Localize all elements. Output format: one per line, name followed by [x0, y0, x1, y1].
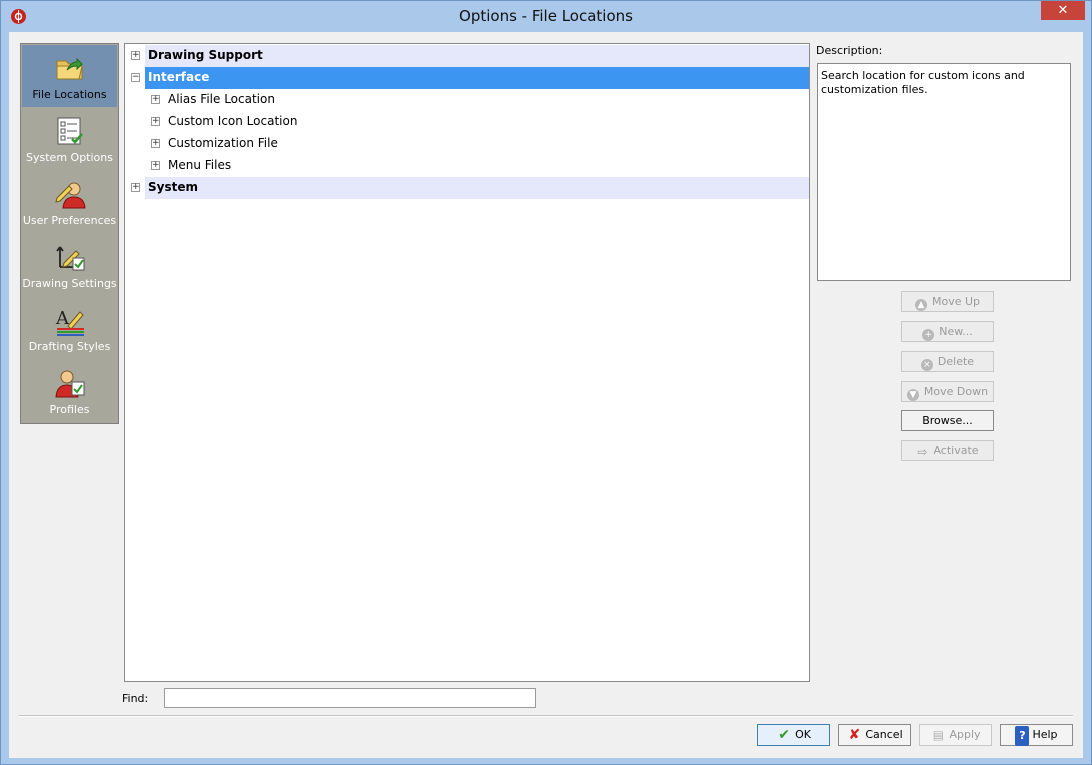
move-down-button[interactable]: ▼ Move Down — [901, 381, 994, 402]
find-input[interactable] — [164, 688, 536, 708]
tree-node-system[interactable]: System — [145, 177, 809, 199]
tree-node-alias-file-location[interactable]: Alias File Location — [145, 89, 809, 111]
button-label: Delete — [937, 355, 975, 368]
title-bar[interactable]: Options - File Locations ✕ — [1, 1, 1091, 32]
nav-item-label: System Options — [26, 151, 113, 164]
tree-node-label: Custom Icon Location — [168, 114, 298, 128]
button-label: Help — [1032, 728, 1058, 741]
window-title: Options - File Locations — [459, 7, 633, 25]
button-label: Activate — [933, 444, 979, 457]
tree-node-interface[interactable]: Interface — [145, 67, 809, 89]
delete-button[interactable]: × Delete — [901, 351, 994, 372]
tree-node-label: Drawing Support — [148, 48, 263, 62]
arrow-down-icon: ▼ — [906, 389, 919, 401]
options-window: Options - File Locations ✕ File Location… — [0, 0, 1092, 765]
nav-item-file-locations[interactable]: File Locations — [22, 45, 117, 107]
tree-node-label: Menu Files — [168, 158, 232, 172]
dialog-body: File Locations System Options User Prefe… — [9, 32, 1083, 758]
expand-toggle[interactable]: + — [131, 51, 140, 60]
tree-node-drawing-support[interactable]: Drawing Support — [145, 45, 809, 67]
nav-item-label: Drafting Styles — [28, 340, 111, 353]
description-text: Search location for custom icons and cus… — [817, 63, 1071, 281]
user-pencil-icon — [55, 182, 86, 209]
checklist-icon — [57, 117, 83, 145]
button-label: New... — [939, 325, 973, 338]
tree-node-menu-files[interactable]: Menu Files — [145, 155, 809, 177]
profile-user-icon — [55, 370, 85, 398]
find-label: Find: — [122, 692, 149, 705]
button-label: Move Down — [923, 385, 989, 398]
collapse-toggle[interactable]: − — [131, 73, 140, 82]
browse-button[interactable]: Browse... — [901, 410, 994, 431]
tree-node-label: System — [148, 180, 198, 194]
nav-item-drawing-settings[interactable]: Drawing Settings — [22, 234, 117, 296]
nav-item-label: Drawing Settings — [22, 277, 117, 290]
drawing-settings-icon — [56, 246, 85, 271]
close-button[interactable]: ✕ — [1041, 1, 1085, 20]
plus-icon: + — [922, 329, 935, 341]
button-label: OK — [795, 728, 811, 741]
arrow-right-icon: ⇨ — [917, 445, 928, 459]
apply-button[interactable]: ▤ Apply — [919, 724, 992, 746]
tree-node-label: Interface — [148, 70, 210, 84]
move-up-button[interactable]: ▲ Move Up — [901, 291, 994, 312]
help-icon: ? — [1015, 726, 1030, 746]
description-label: Description: — [816, 44, 883, 57]
tree-node-label: Customization File — [168, 136, 278, 150]
checkmark-icon: ✔ — [778, 727, 790, 743]
nav-item-user-preferences[interactable]: User Preferences — [22, 171, 117, 233]
nav-item-label: File Locations — [32, 88, 107, 101]
cancel-x-icon: ✘ — [848, 727, 861, 743]
button-label: Cancel — [865, 728, 903, 741]
button-label: Move Up — [931, 295, 981, 308]
footer-divider — [19, 715, 1073, 717]
activate-button[interactable]: ⇨ Activate — [901, 440, 994, 461]
delete-x-icon: × — [920, 359, 933, 371]
apply-icon: ▤ — [932, 728, 945, 742]
ok-button[interactable]: ✔ OK — [757, 724, 830, 746]
nav-item-profiles[interactable]: Profiles — [22, 360, 117, 422]
expand-toggle[interactable]: + — [131, 183, 140, 192]
file-locations-tree[interactable]: + Drawing Support − Interface + Alias Fi… — [124, 43, 810, 682]
nav-item-label: User Preferences — [22, 214, 117, 227]
nav-item-drafting-styles[interactable]: A Drafting Styles — [22, 297, 117, 359]
nav-item-system-options[interactable]: System Options — [22, 108, 117, 170]
button-label: Apply — [949, 728, 981, 741]
button-label: Browse... — [922, 414, 973, 427]
tree-node-label: Alias File Location — [168, 92, 275, 106]
folder-arrow-icon — [56, 57, 83, 80]
arrow-up-icon: ▲ — [914, 299, 927, 311]
cancel-button[interactable]: ✘ Cancel — [838, 724, 911, 746]
drafting-styles-icon: A — [55, 308, 84, 336]
tree-node-customization-file[interactable]: Customization File — [145, 133, 809, 155]
help-button[interactable]: ? Help — [1000, 724, 1073, 746]
new-button[interactable]: + New... — [901, 321, 994, 342]
options-category-nav: File Locations System Options User Prefe… — [20, 43, 119, 424]
nav-item-label: Profiles — [49, 403, 90, 416]
tree-node-custom-icon-location[interactable]: Custom Icon Location — [145, 111, 809, 133]
